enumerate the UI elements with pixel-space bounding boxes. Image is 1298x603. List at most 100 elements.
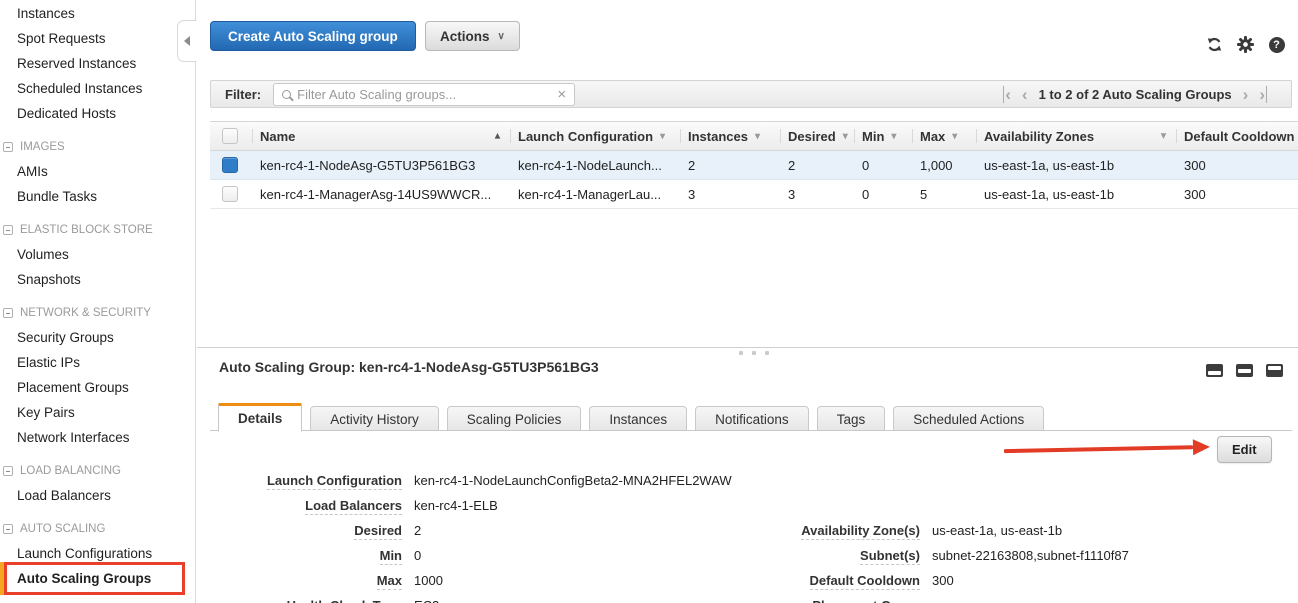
column-header-default-cooldown[interactable]: Default Cooldown (1176, 122, 1298, 150)
detail-fields-right: Availability Zone(s) us-east-1a, us-east… (745, 518, 1129, 603)
sidebar-item-network-interfaces[interactable]: Network Interfaces (0, 425, 195, 450)
field-label: Placement Group (745, 598, 920, 603)
search-icon (282, 90, 291, 99)
sidebar-item-auto-scaling-groups[interactable]: Auto Scaling Groups (0, 566, 195, 591)
pane-layout-split-icon[interactable] (1236, 364, 1253, 377)
sidebar-item-instances[interactable]: Instances (0, 1, 195, 26)
cell-desired: 3 (780, 180, 854, 208)
column-label: Min (862, 129, 884, 144)
field-value: us-east-1a, us-east-1b (932, 523, 1062, 538)
tab-notifications[interactable]: Notifications (695, 406, 809, 431)
sidebar-item-snapshots[interactable]: Snapshots (0, 267, 195, 292)
sidebar-item-spot-requests[interactable]: Spot Requests (0, 26, 195, 51)
help-question-glyph: ? (1269, 37, 1285, 53)
table-row[interactable]: ken-rc4-1-ManagerAsg-14US9WWCR... ken-rc… (210, 180, 1298, 209)
column-header-availability-zones[interactable]: Availability Zones ▾ (976, 122, 1176, 150)
annotation-orange-marker (0, 562, 5, 595)
field-value: 300 (932, 573, 954, 588)
sidebar-item-scheduled-instances[interactable]: Scheduled Instances (0, 76, 195, 101)
filter-input[interactable] (297, 87, 549, 102)
pane-layout-icon-group (1206, 364, 1283, 377)
column-header-max[interactable]: Max ▾ (912, 122, 976, 150)
field-row: Default Cooldown 300 (745, 568, 1129, 593)
cell-default-cooldown: 300 (1176, 180, 1298, 208)
field-value: EC2 (414, 598, 439, 603)
auto-scaling-groups-table: Name ▴ Launch Configuration ▾ Instances … (210, 121, 1298, 209)
cell-name: ken-rc4-1-ManagerAsg-14US9WWCR... (252, 180, 510, 208)
collapse-section-icon[interactable] (3, 142, 13, 152)
sidebar-section-images: IMAGES (0, 135, 195, 159)
filter-label: Filter: (225, 87, 261, 102)
field-value: 1000 (414, 573, 443, 588)
sidebar-item-placement-groups[interactable]: Placement Groups (0, 375, 195, 400)
column-header-launch-configuration[interactable]: Launch Configuration ▾ (510, 122, 680, 150)
tab-activity-history[interactable]: Activity History (310, 406, 439, 431)
collapse-section-icon[interactable] (3, 308, 13, 318)
column-header-desired[interactable]: Desired ▾ (780, 122, 854, 150)
sidebar-item-dedicated-hosts[interactable]: Dedicated Hosts (0, 101, 195, 126)
pane-layout-bottom-icon[interactable] (1206, 364, 1223, 377)
field-label: Max (222, 573, 402, 588)
column-label: Default Cooldown (1184, 129, 1295, 144)
field-label: Health Check Type (222, 598, 402, 603)
sidebar-item-load-balancers[interactable]: Load Balancers (0, 483, 195, 508)
tab-scaling-policies[interactable]: Scaling Policies (447, 406, 582, 431)
create-auto-scaling-group-button[interactable]: Create Auto Scaling group (210, 21, 416, 51)
chevron-down-icon: ∨ (498, 31, 505, 42)
field-label: Subnet(s) (745, 548, 920, 563)
tab-instances[interactable]: Instances (589, 406, 687, 431)
refresh-icon[interactable] (1206, 36, 1223, 53)
cell-max: 1,000 (912, 151, 976, 179)
sidebar-collapse-toggle[interactable] (177, 20, 197, 62)
row-checkbox-unchecked[interactable] (222, 186, 238, 202)
sidebar-item-volumes[interactable]: Volumes (0, 242, 195, 267)
edit-button[interactable]: Edit (1217, 436, 1272, 463)
pagination-last-icon[interactable]: › (1259, 86, 1267, 103)
ec2-console-page: Instances Spot Requests Reserved Instanc… (0, 0, 1298, 603)
table-row[interactable]: ken-rc4-1-NodeAsg-G5TU3P561BG3 ken-rc4-1… (210, 151, 1298, 180)
sidebar-section-auto-scaling: AUTO SCALING (0, 517, 195, 541)
pagination-next-icon[interactable]: › (1243, 86, 1249, 103)
clear-filter-icon[interactable]: × (549, 87, 574, 102)
settings-gear-icon[interactable] (1237, 36, 1254, 53)
pane-layout-top-icon[interactable] (1266, 364, 1283, 377)
pagination-prev-icon[interactable]: ‹ (1022, 86, 1028, 103)
collapse-section-icon[interactable] (3, 466, 13, 476)
panel-splitter[interactable] (197, 347, 1298, 357)
field-row: Desired 2 (222, 518, 732, 543)
column-header-min[interactable]: Min ▾ (854, 122, 912, 150)
sidebar-section-network-security: NETWORK & SECURITY (0, 301, 195, 325)
sort-caret-icon: ▾ (755, 131, 760, 142)
field-label: Load Balancers (222, 498, 402, 513)
pagination-first-icon[interactable]: ‹ (1003, 86, 1011, 103)
column-header-instances[interactable]: Instances ▾ (680, 122, 780, 150)
sidebar-item-key-pairs[interactable]: Key Pairs (0, 400, 195, 425)
sidebar-item-security-groups[interactable]: Security Groups (0, 325, 195, 350)
actions-dropdown-button[interactable]: Actions ∨ (425, 21, 520, 51)
sidebar-item-bundle-tasks[interactable]: Bundle Tasks (0, 184, 195, 209)
help-icon[interactable]: ? (1268, 36, 1285, 53)
field-value: ken-rc4-1-NodeLaunchConfigBeta2-MNA2HFEL… (414, 473, 732, 488)
cell-instances: 3 (680, 180, 780, 208)
detail-fields-left: Launch Configuration ken-rc4-1-NodeLaunc… (222, 468, 732, 603)
collapse-section-icon[interactable] (3, 225, 13, 235)
sidebar-item-amis[interactable]: AMIs (0, 159, 195, 184)
collapse-section-icon[interactable] (3, 524, 13, 534)
sort-caret-icon: ▾ (843, 131, 848, 142)
sidebar-item-elastic-ips[interactable]: Elastic IPs (0, 350, 195, 375)
field-row: Min 0 (222, 543, 732, 568)
sidebar-section-elastic-block-store: ELASTIC BLOCK STORE (0, 218, 195, 242)
column-label: Instances (688, 129, 748, 144)
column-header-name[interactable]: Name ▴ (252, 122, 510, 150)
field-label: Min (222, 548, 402, 563)
select-all-checkbox[interactable] (222, 128, 238, 144)
splitter-drag-handle-icon (739, 351, 769, 355)
field-row: Load Balancers ken-rc4-1-ELB (222, 493, 732, 518)
tab-tags[interactable]: Tags (817, 406, 886, 431)
row-checkbox-checked[interactable] (222, 157, 238, 173)
sidebar-item-launch-configurations[interactable]: Launch Configurations (0, 541, 195, 566)
sidebar-item-reserved-instances[interactable]: Reserved Instances (0, 51, 195, 76)
tab-scheduled-actions[interactable]: Scheduled Actions (893, 406, 1044, 431)
actions-button-label: Actions (440, 29, 490, 44)
tab-details[interactable]: Details (218, 403, 302, 432)
